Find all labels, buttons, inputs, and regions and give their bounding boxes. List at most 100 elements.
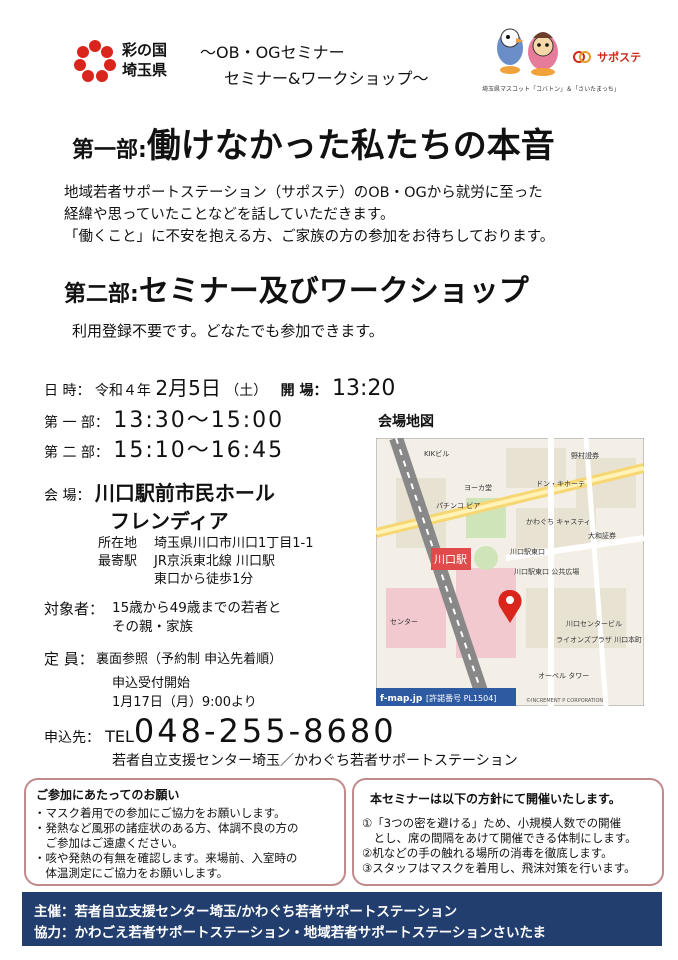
footer-banner: 主催：若者自立支援センター埼玉/かわぐち若者サポートステーション 協力：かわごえ… xyxy=(22,892,662,946)
mascot-caption: 埼玉県マスコット「コバトン」＆「さいたまっち」 xyxy=(482,86,620,93)
part2-time: 15:10～16:45 xyxy=(113,438,285,463)
part1-prefix: 第一部: xyxy=(72,138,147,163)
date-era: 令和４年 xyxy=(94,383,151,399)
venue-map: 川口駅 KIKビル 野村證券 ドン・キホーテ かわぐち キャスティ 大和証券 川… xyxy=(376,438,644,706)
part2-time-label: 第 二 部： xyxy=(44,445,109,461)
part2-prefix: 第二部: xyxy=(64,282,139,307)
intro-line1: 地域若者サポートステーション（サポステ）のOB・OGから就労に至った xyxy=(64,185,543,201)
notice-left-title: ご参加にあたってのお願い xyxy=(36,788,180,802)
notice-left-item: ・咳や発熱の有無を確認します。来場前、入室時の xyxy=(34,851,298,865)
map-credit: f-map.jp xyxy=(380,694,423,704)
map-label-pachinko: パチンコ ビア xyxy=(436,501,480,510)
map-label: 会場地図 xyxy=(378,414,434,430)
map-label-center-bldg: 川口センタービル xyxy=(566,619,622,628)
saitama-flower-logo xyxy=(74,40,116,82)
event-subtitle: ～OB・OGセミナー セミナー&ワークショップ～ xyxy=(200,40,428,92)
part1-time-label: 第 一 部： xyxy=(44,415,109,431)
map-label-east-exit: 川口駅東口 xyxy=(510,547,545,556)
notice-right-box: 本セミナーは以下の方針にて開催いたします。 ①「3つの密を避ける」ため、小規模人… xyxy=(352,778,664,886)
map-label-auberge: オーベル タワー xyxy=(538,671,589,680)
address-value: 埼玉県川口市川口1丁目1-1 xyxy=(154,536,314,551)
notice-left-item: ご参加はご遠慮ください。 xyxy=(34,836,184,850)
map-label-yokado: ヨーカ堂 xyxy=(464,483,492,492)
saposute-logo-text: サポステ xyxy=(597,51,642,64)
notice-left-item: ・発熱など風邪の諸症状のある方、体調不良の方の xyxy=(34,821,299,835)
capacity-value: 裏面参照（予約制 申込先着順） xyxy=(96,652,283,667)
map-label-nomura: 野村證券 xyxy=(571,451,599,460)
subtitle-line1: ～OB・OGセミナー xyxy=(200,43,345,62)
target-line2: その親・家族 xyxy=(112,619,193,635)
notice-right-item: とし、席の間隔をあけて開催できる体制にします。 xyxy=(362,831,637,845)
map-permit: [許諾番号 PL1504] xyxy=(426,693,496,703)
reception-line2: 1月17日（月）9:00より xyxy=(112,695,257,710)
notice-right-title: 本セミナーは以下の方針にて開催いたします。 xyxy=(370,792,621,806)
mascot-icon xyxy=(497,28,558,76)
target-label: 対象者： xyxy=(44,600,105,618)
date-weekday: （土） xyxy=(225,383,268,399)
sponsor-value: 若者自立支援センター埼玉/かわぐち若者サポートステーション xyxy=(74,904,458,920)
venue-row: 会 場： 川口駅前市民ホール xyxy=(44,478,275,508)
map-label-lions: ライオンズプラザ 川口本町 xyxy=(556,635,642,644)
venue-name-line1: 川口駅前市民ホール xyxy=(94,481,275,505)
map-label-kyasuti: かわぐち キャスティ xyxy=(526,518,591,526)
target-value: 15歳から49歳までの若者と その親・家族 xyxy=(112,599,281,637)
map-label-center: センター xyxy=(390,617,418,626)
intro-line2: 経緯や思っていたことなどを話していただきます。 xyxy=(64,207,395,223)
part2-heading: 第二部:セミナー及びワークショップ xyxy=(64,266,529,310)
prefecture-name: 彩の国 埼玉県 xyxy=(122,40,167,80)
notice-left-item: ・マスク着用での参加にご協力をお願いします。 xyxy=(34,806,286,820)
map-corp: ©INCREMENT P CORPORATION xyxy=(526,697,603,704)
footer-support: 協力：かわごえ若者サポートステーション・地域若者サポートステーションさいたま xyxy=(34,921,546,941)
contact-org: 若者自立支援センター埼玉／かわぐち若者サポートステーション xyxy=(112,753,518,769)
notice-right-list: ①「3つの密を避ける」ため、小規模人数での開催 とし、席の間隔をあけて開催できる… xyxy=(362,816,637,876)
map-label-plaza: 川口駅東口 公共広場 xyxy=(514,567,579,576)
notice-left-box: ご参加にあたってのお願い ・マスク着用での参加にご協力をお願いします。 ・発熱な… xyxy=(24,778,346,886)
open-time: 13:20 xyxy=(331,376,396,401)
part1-title: 働けなかった私たちの本音 xyxy=(146,126,555,166)
venue-label: 会 場： xyxy=(44,488,91,504)
contact-row: 申込先： TEL048-255-8680 xyxy=(44,712,397,750)
station-label: 最寄駅 xyxy=(98,554,138,569)
saposute-logo: サポステ xyxy=(572,46,652,72)
part1-time-row: 第 一 部： 13:30～15:00 xyxy=(44,402,284,434)
walk-value: 東口から徒歩1分 xyxy=(154,572,254,587)
venue-address-block: 所在地 埼玉県川口市川口1丁目1-1 最寄駅 JR京浜東北線 川口駅 東口から徒歩1… xyxy=(98,535,314,589)
support-value: かわごえ若者サポートステーション・地域若者サポートステーションさいたま xyxy=(74,925,547,941)
date-day: 5日 xyxy=(188,376,221,400)
map-station-label: 川口駅 xyxy=(434,553,467,566)
reception-line1: 申込受付開始 xyxy=(112,676,191,691)
prefecture-name-line1: 彩の国 xyxy=(122,41,168,59)
notice-right-item: ②机などの手の触れる場所の消毒を徹底します。 xyxy=(362,846,613,860)
part1-time: 13:30～15:00 xyxy=(113,408,285,433)
station-value: JR京浜東北線 川口駅 xyxy=(154,554,275,569)
intro-text: 地域若者サポートステーション（サポステ）のOB・OGから就労に至った 経緯や思っ… xyxy=(64,182,554,248)
reception-start: 申込受付開始 1月17日（月）9:00より xyxy=(112,674,257,712)
support-label: 協力： xyxy=(34,925,75,941)
map-label-kik: KIKビル xyxy=(424,449,449,458)
map-label-donki: ドン・キホーテ xyxy=(536,480,585,488)
date-month: 2月 xyxy=(155,376,189,400)
date-label: 日 時： xyxy=(44,383,91,399)
target-line1: 15歳から49歳までの若者と xyxy=(112,600,282,616)
phone-number[interactable]: 048-255-8680 xyxy=(134,712,397,750)
capacity-label: 定 員： xyxy=(44,650,94,668)
footer-sponsor: 主催：若者自立支援センター埼玉/かわぐち若者サポートステーション xyxy=(34,900,457,920)
part1-heading: 第一部:働けなかった私たちの本音 xyxy=(72,118,555,167)
subtitle-line2: セミナー&ワークショップ～ xyxy=(224,69,429,88)
notice-left-item: 体温測定にご協力をお願いします。 xyxy=(34,866,229,880)
prefecture-name-line2: 埼玉県 xyxy=(122,61,168,79)
map-label-daiwa: 大和証券 xyxy=(588,531,616,540)
sponsor-label: 主催： xyxy=(34,904,75,920)
contact-label: 申込先： xyxy=(44,730,100,746)
part2-time-row: 第 二 部： 15:10～16:45 xyxy=(44,432,284,464)
tel-prefix: TEL xyxy=(105,727,134,746)
intro-line3: 「働くこと」に不安を抱える方、ご家族の方の参加をお待ちしております。 xyxy=(64,229,555,245)
notice-left-list: ・マスク着用での参加にご協力をお願いします。 ・発熱など風邪の諸症状のある方、体… xyxy=(34,806,299,881)
open-label: 開 場： xyxy=(280,383,328,399)
notice-right-item: ③スタッフはマスクを着用し、飛沫対策を行います。 xyxy=(362,861,636,875)
venue-name-line2: フレンディア xyxy=(110,509,229,533)
registration-note: 利用登録不要です。どなたでも参加できます。 xyxy=(72,322,384,340)
date-row: 日 時： 令和４年 2月5日 （土） 開 場： 13:20 xyxy=(44,372,395,401)
part2-title: セミナー及びワークショップ xyxy=(138,274,529,309)
notice-right-item: ①「3つの密を避ける」ため、小規模人数での開催 xyxy=(362,816,622,830)
